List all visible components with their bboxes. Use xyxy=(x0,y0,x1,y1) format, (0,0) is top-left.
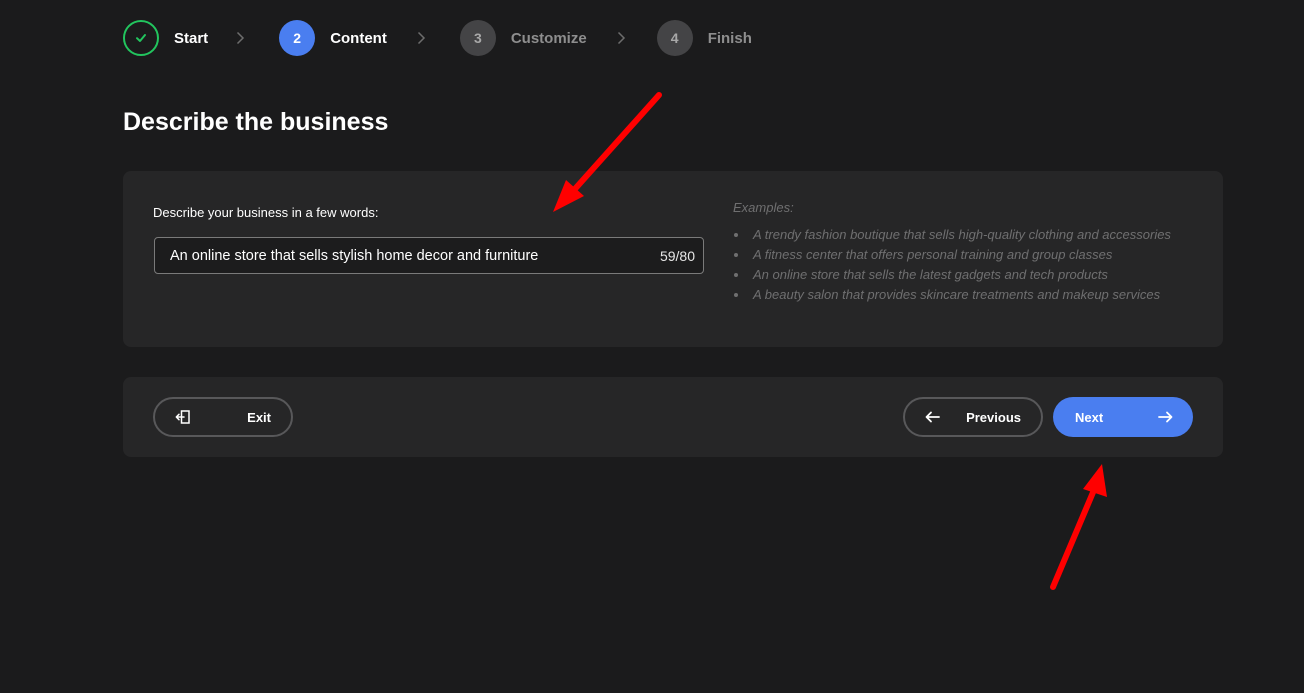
business-description-label: Describe your business in a few words: xyxy=(153,205,379,220)
exit-button[interactable]: Exit xyxy=(153,397,293,437)
arrow-right-icon xyxy=(1158,411,1173,423)
business-description-field[interactable]: 59/80 xyxy=(154,237,704,274)
step-finish-circle: 4 xyxy=(656,20,693,56)
arrow-left-icon xyxy=(925,411,940,423)
step-content[interactable]: 2 Content xyxy=(279,20,387,56)
step-finish[interactable]: 4 Finish xyxy=(656,20,752,56)
business-description-input[interactable] xyxy=(170,247,654,264)
business-description-card: Describe your business in a few words: 5… xyxy=(123,171,1223,347)
examples-list: A trendy fashion boutique that sells hig… xyxy=(733,228,1213,308)
character-counter: 59/80 xyxy=(659,247,695,264)
examples-heading: Examples: xyxy=(733,200,794,215)
page: Start 2 Content 3 Customize 4 Finish Des… xyxy=(0,0,1304,693)
step-customize-label: Customize xyxy=(510,29,587,47)
exit-icon xyxy=(175,410,190,424)
examples-panel: Examples: A trendy fashion boutique that… xyxy=(733,200,1213,308)
checkmark-icon xyxy=(136,34,146,42)
next-button[interactable]: Next xyxy=(1053,397,1193,437)
stepper: Start 2 Content 3 Customize 4 Finish xyxy=(123,20,752,56)
page-title: Describe the business xyxy=(123,108,389,136)
next-button-label: Next xyxy=(1075,409,1104,425)
step-start-label: Start xyxy=(174,29,209,47)
example-item: A beauty salon that provides skincare tr… xyxy=(733,288,1213,308)
example-item: A trendy fashion boutique that sells hig… xyxy=(733,228,1213,248)
step-content-label: Content xyxy=(330,29,387,47)
step-start-circle xyxy=(123,20,159,56)
step-content-circle: 2 xyxy=(279,20,316,56)
chevron-right-icon xyxy=(236,31,245,45)
chevron-right-icon xyxy=(617,31,626,45)
step-customize-circle: 3 xyxy=(459,20,496,56)
example-item: An online store that sells the latest ga… xyxy=(733,268,1213,288)
exit-button-label: Exit xyxy=(247,409,271,425)
chevron-right-icon xyxy=(417,31,426,45)
annotation-arrow-to-next xyxy=(1050,464,1107,590)
previous-button[interactable]: Previous xyxy=(903,397,1043,437)
step-finish-label: Finish xyxy=(707,29,752,47)
previous-button-label: Previous xyxy=(966,409,1021,425)
example-item: A fitness center that offers personal tr… xyxy=(733,248,1213,268)
step-customize[interactable]: 3 Customize xyxy=(459,20,587,56)
step-start[interactable]: Start xyxy=(123,20,208,56)
action-bar: Exit Previous Next xyxy=(123,377,1223,457)
